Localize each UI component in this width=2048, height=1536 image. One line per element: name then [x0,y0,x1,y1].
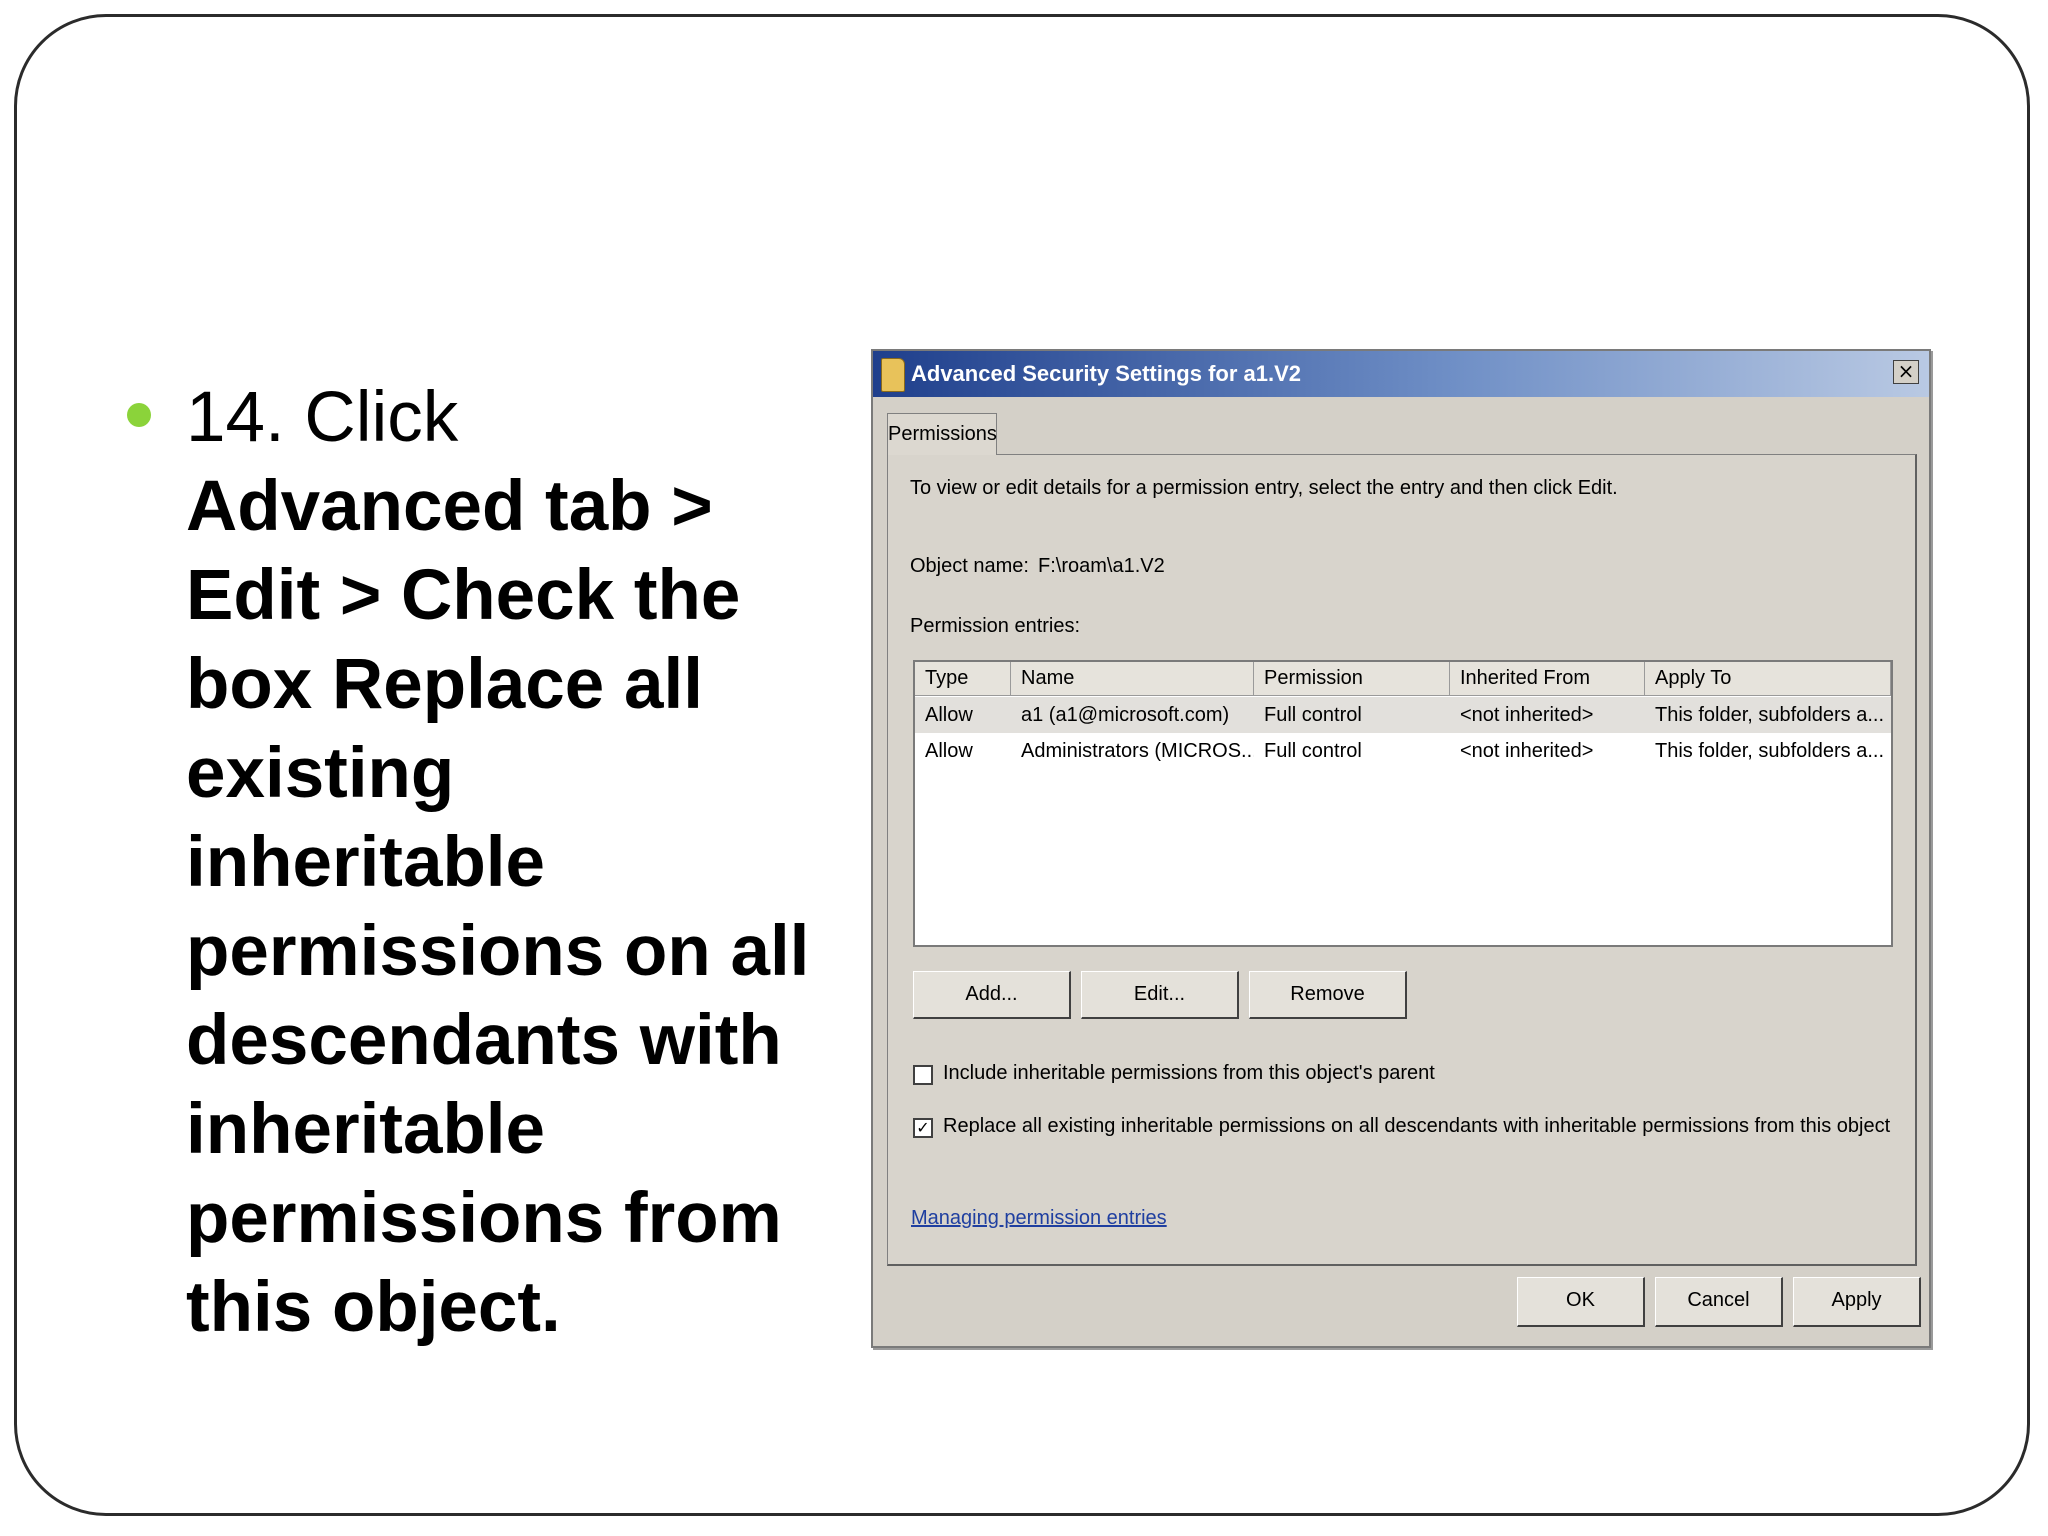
dialog-titlebar[interactable]: Advanced Security Settings for a1.V2 × [873,351,1929,397]
slide: 14. Click Advanced tab > Edit > Check th… [0,0,2048,1536]
table-row[interactable]: Allow Administrators (MICROS... Full con… [915,733,1891,769]
edit-button[interactable]: Edit... [1081,971,1239,1019]
column-header-permission[interactable]: Permission [1254,662,1450,695]
row-apply-to: This folder, subfolders a... [1655,704,1885,726]
row-type: Allow [925,740,973,762]
tab-permissions[interactable]: Permissions [887,413,997,455]
object-name-value: F:\roam\a1.V2 [1038,555,1165,577]
remove-button[interactable]: Remove [1249,971,1407,1019]
bullet-dot [127,403,151,427]
bullet-body: Advanced tab > Edit > Check the box Repl… [186,467,810,1347]
row-name: a1 (a1@microsoft.com) [1021,704,1230,726]
column-header-type[interactable]: Type [915,662,1011,695]
list-header: Type Name Permission Inherited From Appl… [915,662,1891,696]
managing-permission-entries-link[interactable]: Managing permission entries [911,1207,1167,1230]
column-header-name[interactable]: Name [1011,662,1254,695]
permission-entries-list[interactable]: Type Name Permission Inherited From Appl… [913,660,1893,947]
dialog-title: Advanced Security Settings for a1.V2 [911,361,1302,386]
include-inheritable-label: Include inheritable permissions from thi… [943,1062,1435,1084]
table-row[interactable]: Allow a1 (a1@microsoft.com) Full control… [915,697,1891,733]
apply-button[interactable]: Apply [1793,1277,1921,1327]
permission-entries-label: Permission entries: [910,615,1081,637]
folder-icon [881,358,905,392]
column-header-apply-to[interactable]: Apply To [1645,662,1891,695]
object-name-label: Object name: [910,555,1029,577]
ok-button[interactable]: OK [1517,1277,1645,1327]
instructions-text: To view or edit details for a permission… [910,477,1618,499]
row-inherited-from: <not inherited> [1460,704,1594,726]
cancel-button[interactable]: Cancel [1655,1277,1783,1327]
include-inheritable-checkbox[interactable] [913,1065,933,1085]
bullet-text: 14. Click Advanced tab > Edit > Check th… [186,373,826,1352]
bullet-lead: 14. Click [186,378,459,457]
column-header-inherited-from[interactable]: Inherited From [1450,662,1645,695]
replace-permissions-label: Replace all existing inheritable permiss… [943,1115,1891,1137]
add-button[interactable]: Add... [913,971,1071,1019]
row-inherited-from: <not inherited> [1460,740,1594,762]
replace-permissions-checkbox[interactable]: ✓ [913,1118,933,1138]
row-permission: Full control [1264,704,1362,726]
row-type: Allow [925,704,973,726]
row-permission: Full control [1264,740,1362,762]
close-icon: × [1897,359,1915,383]
close-button[interactable]: × [1893,360,1919,384]
row-name: Administrators (MICROS... [1021,740,1254,762]
check-icon: ✓ [916,1118,930,1137]
row-apply-to: This folder, subfolders a... [1655,740,1885,762]
advanced-security-dialog: Advanced Security Settings for a1.V2 × P… [871,349,1931,1348]
